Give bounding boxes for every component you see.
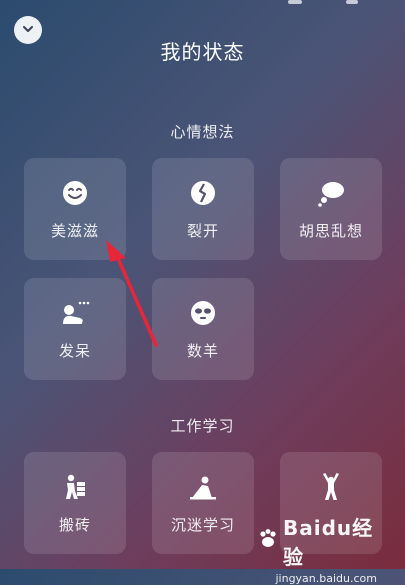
watermark-url: jingyan.baidu.com (275, 572, 377, 585)
status-tile-banzhuan[interactable]: 搬砖 (24, 452, 126, 554)
watermark-brand: Baidu经验 (283, 516, 374, 569)
top-bar: 我的状态 (0, 0, 405, 80)
watermark: Baidu经验 jingyan.baidu.com (257, 512, 377, 585)
status-tile-label: 裂开 (186, 222, 219, 240)
status-tile-husiluanxiang[interactable]: 胡思乱想 (280, 158, 382, 260)
top-edge-mark (288, 0, 302, 4)
cracked-heart-icon (188, 178, 218, 208)
status-tile-label: 沉迷学习 (170, 516, 235, 534)
stretch-person-icon (316, 472, 346, 502)
status-tile-chenmixuexi[interactable]: 沉迷学习 (152, 452, 254, 554)
sleep-mask-icon (188, 298, 218, 328)
smile-icon (60, 178, 90, 208)
status-tile-label: 胡思乱想 (298, 222, 363, 240)
status-tile-label: 美滋滋 (50, 222, 99, 240)
studying-icon (188, 472, 218, 502)
status-tile-shuyang[interactable]: 数羊 (152, 278, 254, 380)
top-edge-mark (346, 0, 358, 4)
status-tile-label: 发呆 (58, 342, 91, 360)
status-tile-meizizi[interactable]: 美滋滋 (24, 158, 126, 260)
status-tile-fadai[interactable]: 发呆 (24, 278, 126, 380)
status-tile-label: 搬砖 (58, 516, 91, 534)
page-title: 我的状态 (160, 40, 245, 64)
daze-icon (60, 298, 90, 328)
paw-icon (257, 528, 279, 554)
section-title-work: 工作学习 (170, 417, 235, 435)
section-title-mood: 心情想法 (170, 123, 235, 141)
thought-bubble-icon (316, 178, 346, 208)
status-tile-liekai[interactable]: 裂开 (152, 158, 254, 260)
brick-carrier-icon (60, 472, 90, 502)
status-tile-label: 数羊 (186, 342, 219, 360)
